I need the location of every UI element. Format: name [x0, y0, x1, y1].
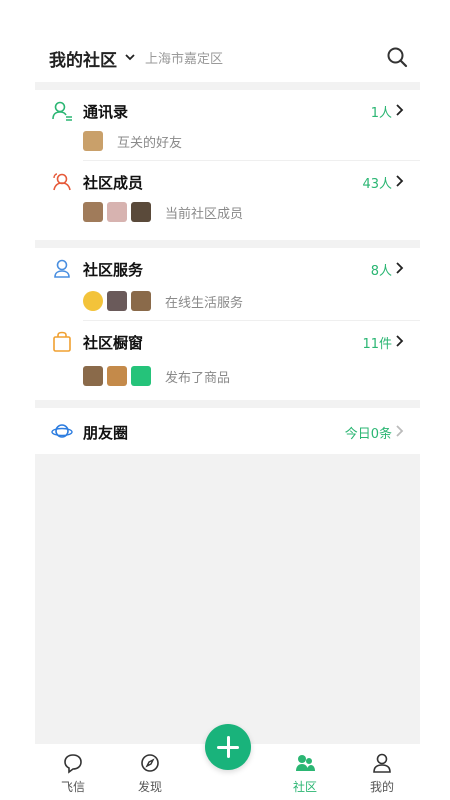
- add-button[interactable]: [205, 724, 251, 770]
- chat-bubble-icon: [64, 754, 82, 774]
- row-count: 8人: [370, 264, 392, 279]
- community-screen: 我的社区 上海市嘉定区 通讯录 1人 互关的好友 社区成员 43人 当前社区成员…: [35, 0, 420, 800]
- empty-area: [35, 454, 420, 744]
- row-title: 通讯录: [83, 103, 129, 121]
- row-count: 1人: [370, 106, 392, 121]
- row-count: 43人: [362, 177, 392, 192]
- service-icon: [54, 259, 70, 278]
- header: 我的社区 上海市嘉定区: [35, 36, 420, 78]
- row-subtitle: 发布了商品: [83, 365, 230, 387]
- tab-community[interactable]: 社区: [275, 752, 335, 795]
- user-icon: [373, 753, 391, 773]
- row-title: 社区服务: [83, 261, 144, 279]
- search-icon[interactable]: [386, 46, 408, 68]
- avatar: [107, 291, 127, 311]
- compass-icon: [141, 754, 159, 772]
- section-separator: [35, 400, 420, 408]
- contacts-icon: [52, 101, 72, 121]
- chevron-right-icon: [396, 175, 404, 187]
- showcase-row[interactable]: 社区橱窗 11件 发布了商品: [35, 321, 420, 399]
- tab-discover[interactable]: 发现: [120, 752, 180, 795]
- avatar: [83, 366, 103, 386]
- avatar: [107, 202, 127, 222]
- avatar: [83, 202, 103, 222]
- members-row[interactable]: 社区成员 43人 当前社区成员: [35, 161, 420, 237]
- tab-mine[interactable]: 我的: [352, 752, 412, 795]
- page-title[interactable]: 我的社区: [49, 46, 117, 71]
- section-separator: [35, 82, 420, 90]
- avatar: [131, 291, 151, 311]
- chevron-right-icon: [396, 262, 404, 274]
- members-icon: [53, 173, 71, 191]
- avatar: [83, 291, 103, 311]
- row-count: 今日0条: [344, 427, 392, 442]
- shopping-bag-icon: [53, 331, 71, 352]
- row-title: 社区成员: [83, 174, 144, 192]
- chevron-right-icon: [396, 335, 404, 347]
- chevron-down-icon[interactable]: [125, 54, 135, 61]
- moments-row[interactable]: 朋友圈 今日0条: [35, 408, 420, 454]
- row-title: 社区橱窗: [83, 334, 144, 352]
- row-subtitle: 互关的好友: [83, 130, 182, 152]
- services-row[interactable]: 社区服务 8人 在线生活服务: [35, 248, 420, 320]
- avatar: [131, 202, 151, 222]
- row-title: 朋友圈: [83, 424, 129, 442]
- planet-icon: [51, 424, 73, 438]
- contacts-row[interactable]: 通讯录 1人 互关的好友: [35, 90, 420, 160]
- location-label: 上海市嘉定区: [145, 52, 224, 67]
- avatar: [131, 366, 151, 386]
- row-subtitle: 当前社区成员: [83, 201, 243, 223]
- chevron-right-icon: [396, 425, 404, 437]
- section-separator: [35, 240, 420, 248]
- row-subtitle: 在线生活服务: [83, 290, 243, 312]
- avatar: [83, 131, 103, 151]
- avatar: [107, 366, 127, 386]
- community-icon: [296, 755, 315, 771]
- row-count: 11件: [362, 337, 392, 352]
- tab-feixin[interactable]: 飞信: [43, 752, 103, 795]
- chevron-right-icon: [396, 104, 404, 116]
